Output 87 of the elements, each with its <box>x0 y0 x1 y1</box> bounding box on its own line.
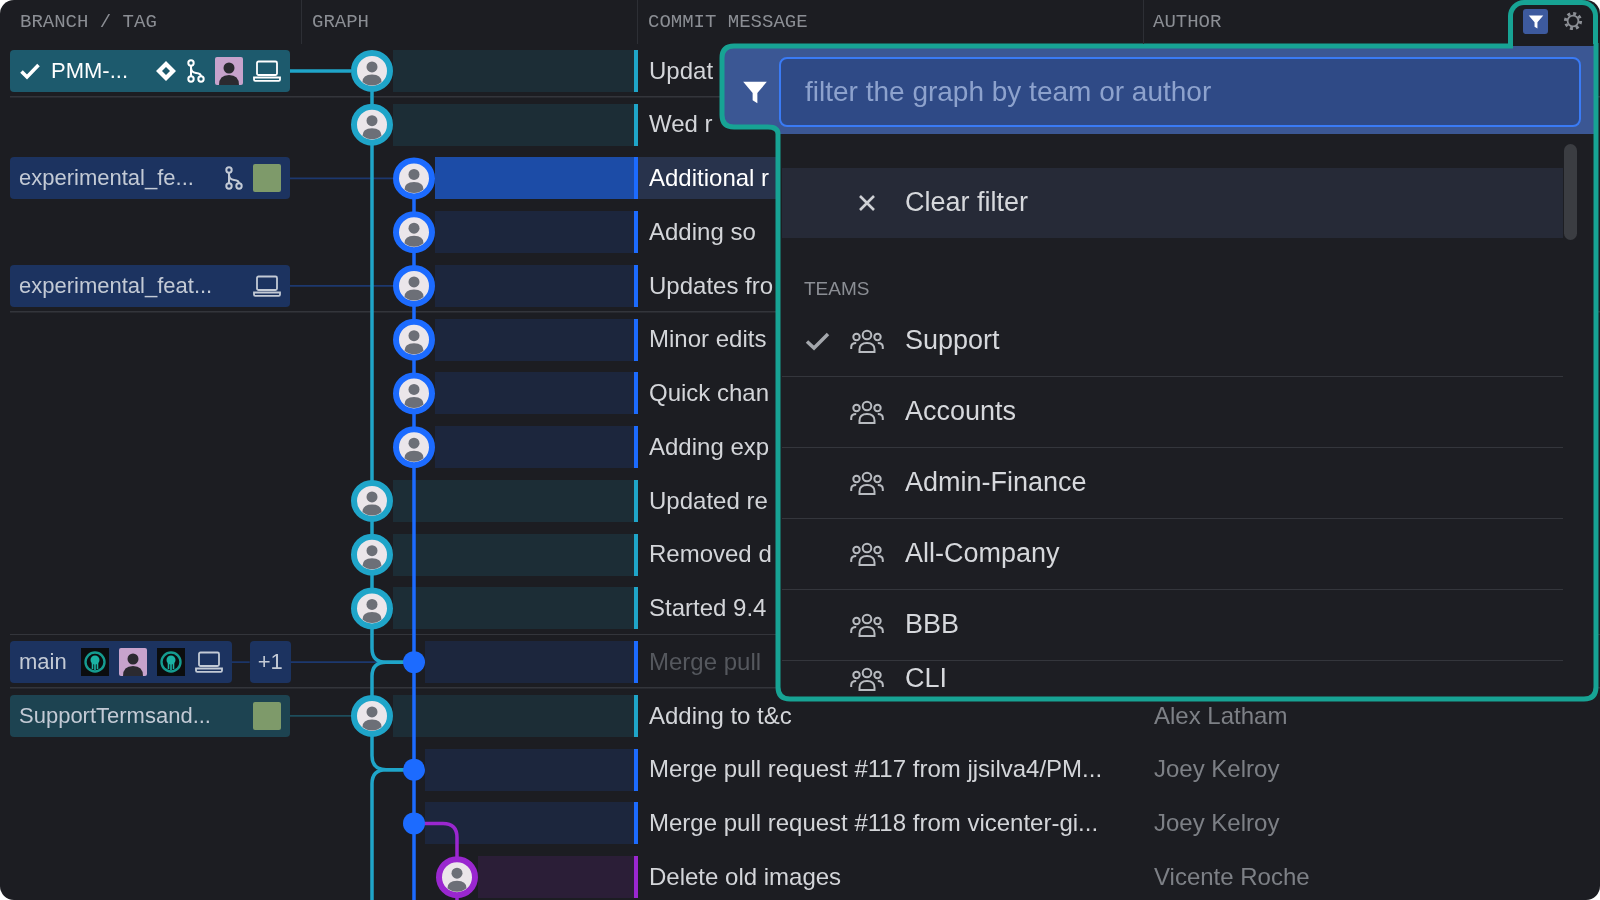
author-name: Vicente Roche <box>1154 863 1310 891</box>
team-icon <box>850 328 884 354</box>
branch-connector <box>289 715 352 717</box>
more-branches-button[interactable]: +1 <box>249 641 291 684</box>
commit-message: Delete old images <box>649 863 842 891</box>
commit-row-highlight[interactable] <box>393 533 638 576</box>
user-avatar-icon <box>215 56 243 85</box>
commit-message: Merge pull <box>649 648 762 676</box>
commit-message: Updat <box>649 57 714 85</box>
commit-message: Merge pull request #117 from jjsilva4/PM... <box>649 756 1103 783</box>
laptop-icon <box>194 651 223 674</box>
avatar-placeholder-icon <box>253 701 281 730</box>
commit-row-highlight[interactable] <box>393 479 638 522</box>
team-icon <box>850 470 884 496</box>
author-name: Joey Kelroy <box>1154 756 1280 783</box>
branch-icon <box>225 166 243 191</box>
commit-message: Additional r <box>649 165 770 192</box>
branch-label[interactable]: experimental_feat... <box>10 264 290 307</box>
column-header: AUTHOR <box>1153 10 1222 34</box>
filter-button[interactable] <box>1523 9 1548 34</box>
commit-message: Updated re <box>649 487 768 515</box>
logo-icon <box>80 648 109 677</box>
author-name: Joey Kelroy <box>1154 810 1280 837</box>
avatar-placeholder-icon <box>253 164 281 193</box>
commit-avatar-node[interactable] <box>393 157 435 200</box>
commit-avatar-node[interactable] <box>351 533 393 576</box>
team-icon <box>850 612 884 638</box>
column-header: BRANCH / TAG <box>20 10 157 34</box>
merge-commit-dot[interactable] <box>403 651 425 674</box>
logo-icon <box>156 648 185 677</box>
section-label: TEAMS <box>804 278 870 300</box>
branch-label[interactable]: main <box>10 641 232 684</box>
branch-icon <box>187 58 205 83</box>
branch-label[interactable]: experimental_fe... <box>10 157 290 200</box>
commit-message: Quick chan <box>649 380 770 407</box>
branch-label[interactable]: SupportTermsand... <box>10 694 290 737</box>
commit-message: Wed r <box>649 111 713 138</box>
commit-avatar-node[interactable] <box>436 856 478 899</box>
commit-message: Removed d <box>649 541 772 568</box>
merge-commit-dot[interactable] <box>403 812 425 835</box>
column-header: COMMIT MESSAGE <box>648 10 808 34</box>
commit-row-highlight[interactable] <box>393 587 638 630</box>
commit-avatar-node[interactable] <box>351 694 393 737</box>
filter-icon <box>1527 13 1544 30</box>
commit-avatar-node[interactable] <box>351 49 393 92</box>
team-icon <box>850 399 884 425</box>
commit-row-highlight[interactable] <box>425 802 638 845</box>
team-item[interactable]: Admin-Finance <box>782 448 1563 519</box>
author-name: Alex Latham <box>1154 702 1288 730</box>
commit-avatar-node[interactable] <box>393 372 435 415</box>
commit-message: Adding so <box>649 218 756 246</box>
clear-filter-button[interactable]: Clear filter <box>782 168 1563 238</box>
team-item[interactable]: BBB <box>782 590 1563 661</box>
branch-label[interactable]: PMM-... <box>10 49 290 92</box>
commit-message: Merge pull request #118 from vicenter-gi... <box>649 810 1099 837</box>
team-icon <box>850 541 884 567</box>
laptop-icon <box>253 274 281 297</box>
commit-avatar-node[interactable] <box>393 264 435 307</box>
team-item[interactable]: All-Company <box>782 519 1563 590</box>
commit-avatar-node[interactable] <box>351 479 393 522</box>
commit-avatar-node[interactable] <box>351 587 393 630</box>
check-icon <box>19 61 41 80</box>
team-item[interactable]: Support <box>782 306 1563 377</box>
merge-commit-dot[interactable] <box>403 758 425 781</box>
commit-message: Started 9.4 <box>649 595 767 622</box>
commit-message: Adding exp <box>649 433 770 461</box>
filter-input[interactable]: filter the graph by team or author <box>779 57 1581 127</box>
team-icon <box>850 666 884 692</box>
commit-message: Minor edits <box>649 326 767 353</box>
commit-avatar-node[interactable] <box>393 318 435 361</box>
commit-avatar-node[interactable] <box>351 103 393 146</box>
commit-message: Adding to t&c <box>649 702 792 730</box>
team-item[interactable]: Accounts <box>782 377 1563 448</box>
settings-icon <box>1563 11 1583 31</box>
branch-connector <box>230 661 251 663</box>
commit-row-highlight[interactable] <box>393 694 638 737</box>
commit-message: Updates fro <box>649 272 774 300</box>
branch-connector <box>290 69 351 73</box>
close-icon <box>858 194 876 212</box>
column-header: GRAPH <box>312 10 369 34</box>
commit-avatar-node[interactable] <box>393 211 435 254</box>
scrollbar[interactable] <box>1564 144 1577 240</box>
commit-avatar-node[interactable] <box>393 426 435 469</box>
team-item[interactable]: CLI <box>782 661 1563 697</box>
laptop-icon <box>253 59 281 82</box>
diamond-icon <box>155 59 177 82</box>
user-avatar-icon <box>118 648 147 677</box>
